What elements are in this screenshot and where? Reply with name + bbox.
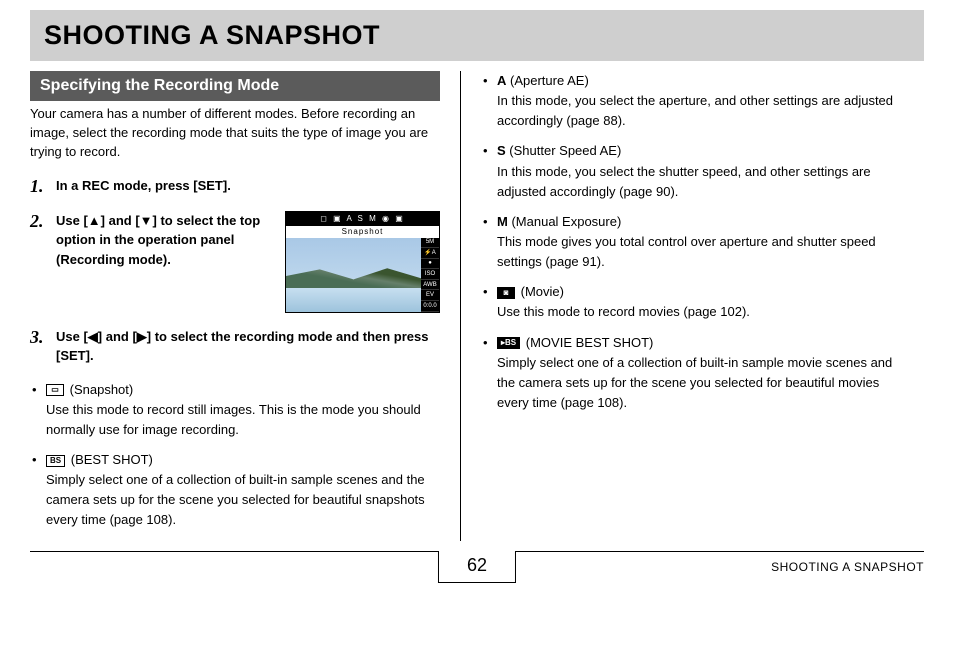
mode-name: (MOVIE BEST SHOT)	[526, 335, 654, 350]
modes-list-right: A (Aperture AE) In this mode, you select…	[481, 71, 900, 413]
mode-description: Use this mode to record still images. Th…	[46, 400, 440, 440]
mode-description: Use this mode to record movies (page 102…	[497, 302, 900, 322]
cam-side-item: EV	[421, 290, 439, 301]
step-number: 1.	[30, 176, 48, 197]
mode-description: This mode gives you total control over a…	[497, 232, 900, 272]
mode-name: (Movie)	[521, 284, 564, 299]
content-columns: Specifying the Recording Mode Your camer…	[30, 71, 924, 541]
cam-side-item: ⚡A	[421, 248, 439, 259]
step-item: 1. In a REC mode, press [SET].	[30, 176, 440, 197]
mode-letter: A	[497, 73, 506, 88]
mode-description: Simply select one of a collection of bui…	[497, 353, 900, 413]
cam-side-item: 5M	[421, 238, 439, 249]
footer-section-label: SHOOTING A SNAPSHOT	[771, 560, 924, 574]
mode-name: (Manual Exposure)	[511, 214, 621, 229]
mode-item: S (Shutter Speed AE) In this mode, you s…	[481, 141, 900, 201]
bestshot-icon: BS	[46, 455, 65, 467]
step-number: 3.	[30, 327, 48, 348]
section-heading: Specifying the Recording Mode	[30, 71, 440, 101]
mode-letter: M	[497, 214, 508, 229]
page-footer: 62 SHOOTING A SNAPSHOT	[30, 551, 924, 592]
mode-item: ◙ (Movie) Use this mode to record movies…	[481, 282, 900, 322]
cam-side-item: ISO	[421, 269, 439, 280]
page-title: SHOOTING A SNAPSHOT	[44, 20, 910, 51]
mode-description: Simply select one of a collection of bui…	[46, 470, 440, 530]
mode-description: In this mode, you select the aperture, a…	[497, 91, 900, 131]
camera-preview	[286, 238, 421, 312]
step-text: Use [◀] and [▶] to select the recording …	[56, 329, 429, 364]
cam-side-item: AWB	[421, 280, 439, 291]
camera-side-icons: 5M ⚡A ● ISO AWB EV 0:0.0	[421, 238, 439, 312]
step-text: In a REC mode, press [SET].	[56, 178, 231, 193]
mode-name: (Snapshot)	[70, 382, 134, 397]
right-column: A (Aperture AE) In this mode, you select…	[460, 71, 900, 541]
water-shape	[286, 288, 421, 312]
page-number: 62	[438, 551, 516, 583]
mode-item: BS (BEST SHOT) Simply select one of a co…	[30, 450, 440, 531]
intro-text: Your camera has a number of different mo…	[30, 105, 440, 162]
title-bar: SHOOTING A SNAPSHOT	[30, 10, 924, 61]
step-item: 2. Use [▲] and [▼] to select the top opt…	[30, 211, 440, 313]
mode-item: A (Aperture AE) In this mode, you select…	[481, 71, 900, 131]
mode-name: (BEST SHOT)	[71, 452, 153, 467]
mode-description: In this mode, you select the shutter spe…	[497, 162, 900, 202]
cam-side-item: ●	[421, 259, 439, 270]
mode-item: ▭ (Snapshot) Use this mode to record sti…	[30, 380, 440, 440]
step-number: 2.	[30, 211, 48, 232]
mode-name: (Shutter Speed AE)	[509, 143, 621, 158]
movie-bestshot-icon: ▸BS	[497, 337, 520, 349]
movie-icon: ◙	[497, 287, 515, 299]
mountain-shape	[286, 267, 421, 289]
camera-lcd-illustration: ◻ ▣ A S M ◉ ▣ Snapshot 5M ⚡A ● ISO	[285, 211, 440, 313]
mode-letter: S	[497, 143, 506, 158]
step-item: 3. Use [◀] and [▶] to select the recordi…	[30, 327, 440, 366]
step-text: Use [▲] and [▼] to select the top option…	[56, 211, 273, 270]
camera-top-icons: ◻ ▣ A S M ◉ ▣	[286, 212, 439, 226]
mode-item: ▸BS (MOVIE BEST SHOT) Simply select one …	[481, 333, 900, 414]
page-content: SHOOTING A SNAPSHOT Specifying the Recor…	[0, 0, 954, 541]
mode-name: (Aperture AE)	[510, 73, 589, 88]
left-column: Specifying the Recording Mode Your camer…	[30, 71, 460, 541]
modes-list-left: ▭ (Snapshot) Use this mode to record sti…	[30, 380, 440, 531]
steps-list: 1. In a REC mode, press [SET]. 2. Use [▲…	[30, 176, 440, 366]
mode-item: M (Manual Exposure) This mode gives you …	[481, 212, 900, 272]
snapshot-icon: ▭	[46, 384, 64, 396]
cam-side-item: 0:0.0	[421, 301, 439, 312]
